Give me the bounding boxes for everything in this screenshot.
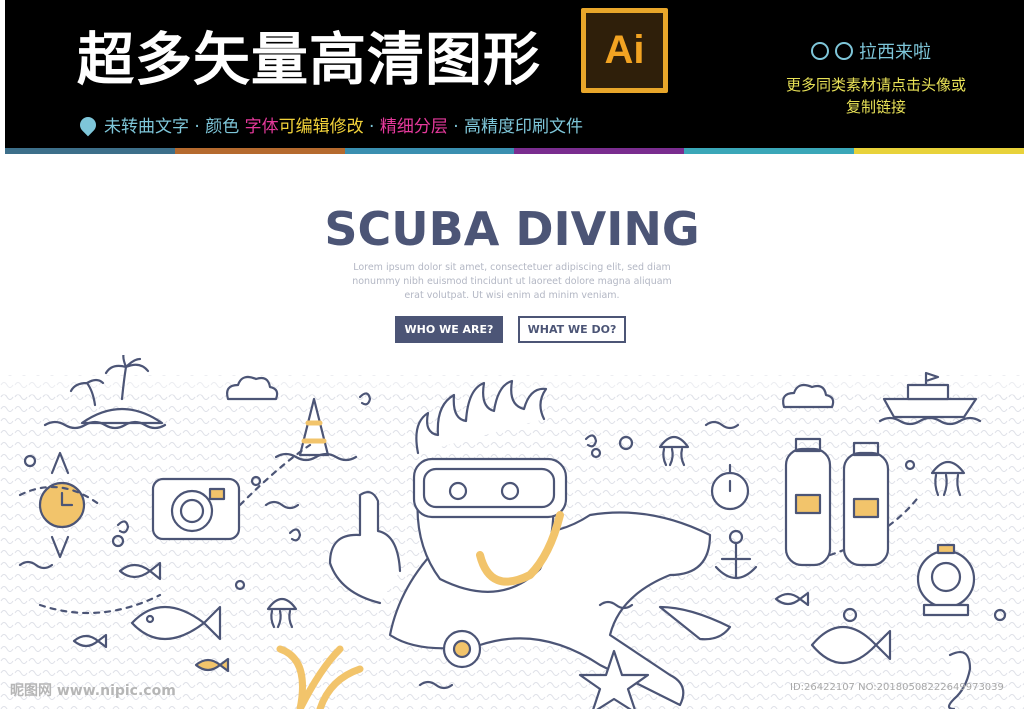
color-stripe-segment — [5, 148, 175, 154]
author-link[interactable]: 拉西来啦 — [811, 38, 931, 64]
author-note: 更多同类素材请点击头像或复制链接 — [785, 76, 966, 116]
banner-background: 超多矢量高清图形 Ai 拉西来啦 更多同类素材请点击头像或复制链接 未转曲文字 … — [5, 0, 1024, 148]
author-name: 拉西来啦 — [859, 42, 931, 63]
scuba-doodle-illustration — [0, 355, 1024, 709]
watermark-site: 昵图网 www.nipic.com — [10, 683, 176, 699]
what-we-do-button[interactable]: WHAT WE DO? — [518, 316, 626, 343]
feature-list: 未转曲文字 · 颜色 字体可编辑修改 · 精细分层 · 高精度印刷文件 — [104, 112, 583, 137]
feature-segment: · — [363, 117, 380, 137]
camera-icon — [151, 477, 241, 541]
who-we-are-button[interactable]: WHO WE ARE? — [395, 316, 503, 343]
watermark-id: ID:26422107 NO:20180508222649973039 — [790, 682, 1004, 693]
feature-segment: 精细分层 — [379, 117, 448, 137]
promo-banner: 超多矢量高清图形 Ai 拉西来啦 更多同类素材请点击头像或复制链接 未转曲文字 … — [0, 0, 1024, 160]
color-stripe-segment — [174, 148, 345, 154]
feature-segment: 字体 — [244, 117, 279, 137]
hero-title: SCUBA DIVING — [324, 202, 700, 256]
color-stripe-segment — [514, 148, 685, 154]
feature-segment: · 高精度印刷文件 — [447, 117, 584, 137]
color-stripe-segment — [684, 148, 855, 154]
color-stripe — [5, 148, 1024, 154]
arrow-icon — [835, 42, 853, 60]
location-pin-icon — [76, 113, 100, 136]
feature-segment: 可编辑修改 — [278, 117, 364, 137]
illustrator-logo: Ai — [581, 8, 668, 93]
banner-title: 超多矢量高清图形 — [77, 27, 541, 93]
color-stripe-segment — [854, 148, 1024, 154]
color-stripe-segment — [344, 148, 515, 154]
logo-text: Ai — [604, 28, 645, 72]
feature-line: 未转曲文字 · 颜色 字体可编辑修改 · 精细分层 · 高精度印刷文件 — [76, 112, 583, 137]
feature-segment: 未转曲文字 — [104, 117, 189, 137]
hero-description: Lorem ipsum dolor sit amet, consectetuer… — [352, 262, 672, 301]
feature-segment: · 颜色 — [189, 117, 245, 137]
link-icon — [811, 42, 829, 60]
